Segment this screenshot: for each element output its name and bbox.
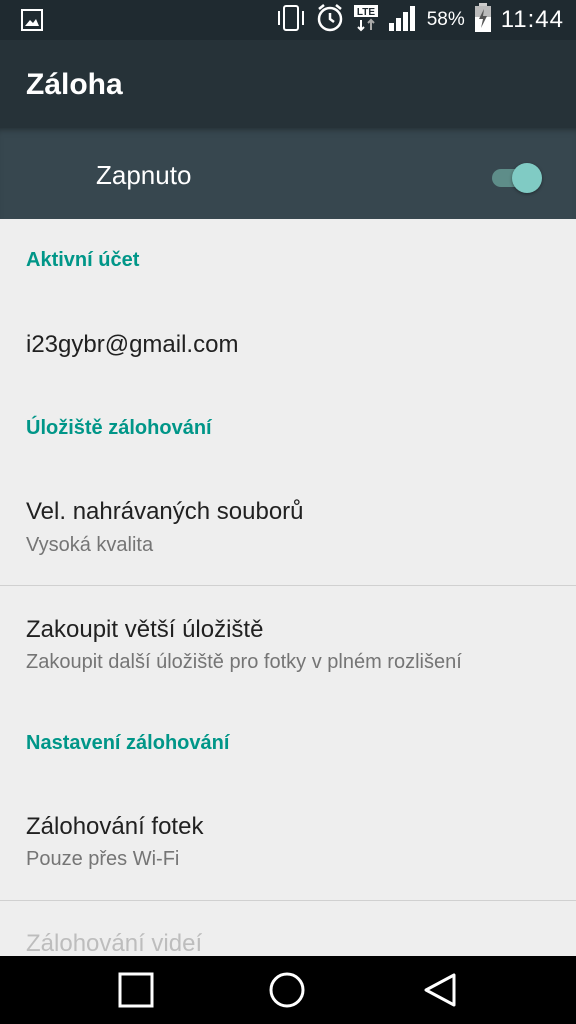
- video-backup-title: Zálohování videí: [26, 930, 203, 957]
- backup-toggle[interactable]: [490, 161, 546, 193]
- divider: [0, 900, 576, 901]
- section-header-account: Aktivní účet: [26, 249, 140, 271]
- section-header-storage: Úložiště zálohování: [26, 417, 212, 439]
- photo-backup-value: Pouze přes Wi-Fi: [26, 848, 180, 870]
- recents-icon[interactable]: [116, 970, 156, 1010]
- battery-charging-icon: [473, 2, 493, 39]
- upload-size-value: Vysoká kvalita: [26, 534, 154, 556]
- battery-percent: 58%: [426, 9, 465, 30]
- status-bar: LTE 58% 11:44: [0, 0, 576, 40]
- section-header-settings: Nastavení zálohování: [26, 732, 230, 754]
- back-icon[interactable]: [420, 970, 460, 1010]
- vibrate-icon: [275, 3, 307, 38]
- account-email[interactable]: i23gybr@gmail.com: [26, 331, 238, 359]
- master-switch-label: Zapnuto: [96, 160, 192, 190]
- clock: 11:44: [500, 6, 564, 33]
- toggle-thumb: [512, 163, 542, 193]
- signal-icon: [387, 3, 419, 38]
- page-title: Záloha: [26, 68, 123, 101]
- home-icon[interactable]: [267, 970, 307, 1010]
- photo-backup-title[interactable]: Zálohování fotek: [26, 813, 203, 841]
- app-bar: Záloha: [0, 40, 576, 128]
- buy-storage-subtitle: Zakoupit další úložiště pro fotky v plné…: [26, 651, 462, 673]
- lte-icon: LTE: [353, 3, 379, 38]
- status-icons: LTE 58% 11:44: [275, 0, 564, 40]
- svg-text:LTE: LTE: [357, 7, 375, 18]
- alarm-icon: [315, 3, 345, 38]
- divider: [0, 585, 576, 586]
- buy-storage-title[interactable]: Zakoupit větší úložiště: [26, 616, 263, 644]
- upload-size-title[interactable]: Vel. nahrávaných souborů: [26, 498, 304, 526]
- navigation-bar: [0, 956, 576, 1024]
- image-icon: [20, 8, 44, 37]
